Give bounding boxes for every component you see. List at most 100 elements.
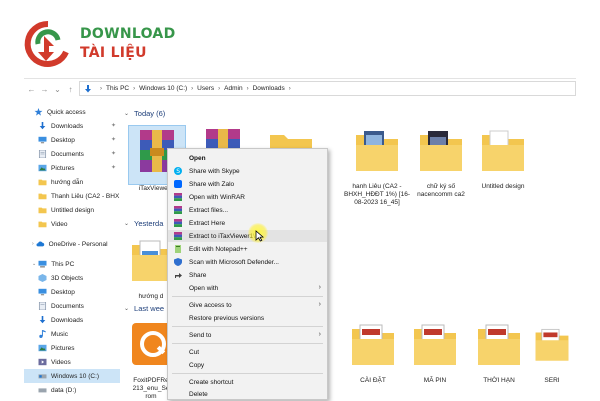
breadcrumb-this-pc[interactable]: This PC <box>106 85 129 92</box>
menu-item-share-zalo[interactable]: Share with Zalo <box>168 178 327 190</box>
drive-icon <box>38 374 47 379</box>
context-menu: Open S Share with Skype Share with Zalo … <box>167 148 328 400</box>
pin-icon[interactable]: ✦ <box>111 164 116 171</box>
sidebar-item-label: 3D Objects <box>51 274 84 282</box>
sidebar-item-label: Documents <box>51 150 84 158</box>
breadcrumb-users[interactable]: Users <box>197 85 214 92</box>
pin-icon[interactable]: ✦ <box>111 122 116 129</box>
pc-icon <box>38 260 47 268</box>
sidebar-item-3d-objects[interactable]: 3D Objects <box>24 271 120 285</box>
pin-icon[interactable]: ✦ <box>111 150 116 157</box>
breadcrumb-downloads[interactable]: Downloads <box>253 85 285 92</box>
download-arrow-icon <box>39 122 46 130</box>
chevron-down-icon[interactable]: ⌄ <box>32 261 36 267</box>
sidebar-item-label: Desktop <box>51 136 75 144</box>
up-arrow-icon[interactable]: ↑ <box>65 82 76 96</box>
sidebar-item-label: Documents <box>51 302 84 310</box>
sidebar-item-label: Video <box>51 220 68 228</box>
chevron-right-icon: › <box>133 85 136 92</box>
menu-item-cut[interactable]: Cut <box>168 346 327 358</box>
menu-item-restore-versions[interactable]: Restore previous versions <box>168 312 327 324</box>
sidebar-item-pictures-pc[interactable]: Pictures <box>24 341 120 355</box>
sidebar-item-untitled-design[interactable]: Untitled design <box>24 203 120 217</box>
sidebar-item-downloads[interactable]: Downloads ✦ <box>24 119 120 133</box>
file-item-seri[interactable]: SERI <box>532 319 572 385</box>
file-label: Untitled design <box>481 183 525 190</box>
sidebar-item-huong-dan[interactable]: hướng dẫn <box>24 175 120 189</box>
sidebar-item-video[interactable]: Video <box>24 217 120 231</box>
menu-item-send-to[interactable]: Send to › <box>168 329 327 341</box>
menu-item-share[interactable]: Share <box>168 269 327 281</box>
menu-item-open-with[interactable]: Open with › <box>168 282 327 294</box>
menu-item-extract-files[interactable]: Extract files... <box>168 204 327 216</box>
menu-item-scan-defender[interactable]: Scan with Microsoft Defender... <box>168 256 327 268</box>
menu-item-create-shortcut[interactable]: Create shortcut <box>168 376 327 388</box>
group-header-yesterday[interactable]: ⌄ Yesterda <box>124 219 163 228</box>
sidebar-item-desktop-pc[interactable]: Desktop <box>24 285 120 299</box>
chevron-down-icon[interactable]: ⌄ <box>124 220 129 227</box>
file-item-thanh-lieu[interactable]: hanh Liêu (CA2 - BHXH_HĐĐT 1%) [16-08-20… <box>344 125 410 207</box>
file-label: SERI <box>544 377 560 384</box>
breadcrumb-admin[interactable]: Admin <box>224 85 242 92</box>
recent-locations-chevron-icon[interactable]: ⌄ <box>52 82 63 96</box>
back-arrow-icon[interactable]: ← <box>26 82 37 96</box>
menu-item-edit-notepadpp[interactable]: Edit with Notepad++ <box>168 243 327 255</box>
chevron-right-icon[interactable]: › <box>32 241 34 247</box>
file-item-thoi-han[interactable]: THỜI HẠN <box>470 319 528 385</box>
folder-documents-icon <box>420 131 462 171</box>
folder-documents-icon <box>478 324 520 365</box>
sidebar-item-pictures[interactable]: Pictures ✦ <box>24 161 120 175</box>
sidebar-item-music[interactable]: Music <box>24 327 120 341</box>
file-item-untitled-design[interactable]: Untitled design <box>474 125 532 191</box>
menu-item-open-winrar[interactable]: Open with WinRAR <box>168 191 327 203</box>
documents-icon <box>38 150 47 158</box>
folder-icon <box>482 130 524 171</box>
sidebar-item-desktop[interactable]: Desktop ✦ <box>24 133 120 147</box>
sidebar-item-data-d[interactable]: data (D:) <box>24 383 120 397</box>
folder-documents-icon <box>414 324 456 365</box>
sidebar-item-label: Downloads <box>51 316 84 324</box>
group-header-today[interactable]: ⌄ Today (6) <box>124 109 165 118</box>
sidebar-item-label: Untitled design <box>51 206 94 214</box>
menu-item-share-skype[interactable]: S Share with Skype <box>168 165 327 177</box>
menu-item-delete[interactable]: Delete <box>168 388 327 400</box>
winrar-icon <box>174 219 182 227</box>
address-field[interactable]: › This PC › Windows 10 (C:) › Users › Ad… <box>79 81 576 96</box>
file-item-ma-pin[interactable]: MÃ PIN <box>406 319 464 385</box>
sidebar-item-onedrive[interactable]: › OneDrive - Personal <box>24 237 120 251</box>
sidebar-item-this-pc[interactable]: ⌄ This PC <box>24 257 120 271</box>
file-label: MÃ PIN <box>423 377 447 384</box>
sidebar-item-label: Music <box>51 330 68 338</box>
chevron-right-icon: › <box>246 85 249 92</box>
menu-item-give-access[interactable]: Give access to › <box>168 299 327 311</box>
sidebar-item-videos[interactable]: Videos <box>24 355 120 369</box>
sidebar-item-thanh-lieu[interactable]: Thanh Liêu (CA2 - BHX <box>24 189 120 203</box>
logo-swirl-icon <box>24 20 69 67</box>
menu-item-extract-here[interactable]: Extract Here <box>168 217 327 229</box>
drive-icon <box>38 388 47 393</box>
desktop-icon <box>38 288 47 296</box>
sidebar-item-documents[interactable]: Documents ✦ <box>24 147 120 161</box>
menu-item-open[interactable]: Open <box>168 152 327 164</box>
chevron-down-icon[interactable]: ⌄ <box>124 305 129 312</box>
sidebar-item-label: OneDrive - Personal <box>48 240 108 248</box>
file-label: THỜI HẠN <box>483 377 515 384</box>
file-item-chu-ky-so[interactable]: chữ ký số nacencomm ca2 <box>412 125 470 199</box>
breadcrumb-windows-c[interactable]: Windows 10 (C:) <box>139 85 187 92</box>
folder-documents-icon <box>352 324 394 365</box>
group-header-last-week[interactable]: ⌄ Last wee <box>124 304 164 313</box>
sidebar-item-label: Desktop <box>51 288 75 296</box>
forward-arrow-icon[interactable]: → <box>39 82 50 96</box>
file-item-cai-dat[interactable]: CÀI ĐẶT <box>344 319 402 385</box>
sidebar-item-documents-pc[interactable]: Documents <box>24 299 120 313</box>
sidebar-item-downloads-pc[interactable]: Downloads <box>24 313 120 327</box>
sidebar-item-quick-access[interactable]: Quick access <box>24 105 120 119</box>
notepadpp-icon <box>175 245 181 253</box>
submenu-arrow-icon: › <box>318 284 321 291</box>
folder-documents-icon <box>356 131 398 171</box>
sidebar-item-label: Videos <box>51 358 71 366</box>
chevron-down-icon[interactable]: ⌄ <box>124 110 129 117</box>
sidebar-item-windows-c[interactable]: Windows 10 (C:) <box>24 369 120 383</box>
menu-item-copy[interactable]: Copy <box>168 359 327 371</box>
pin-icon[interactable]: ✦ <box>111 136 116 143</box>
